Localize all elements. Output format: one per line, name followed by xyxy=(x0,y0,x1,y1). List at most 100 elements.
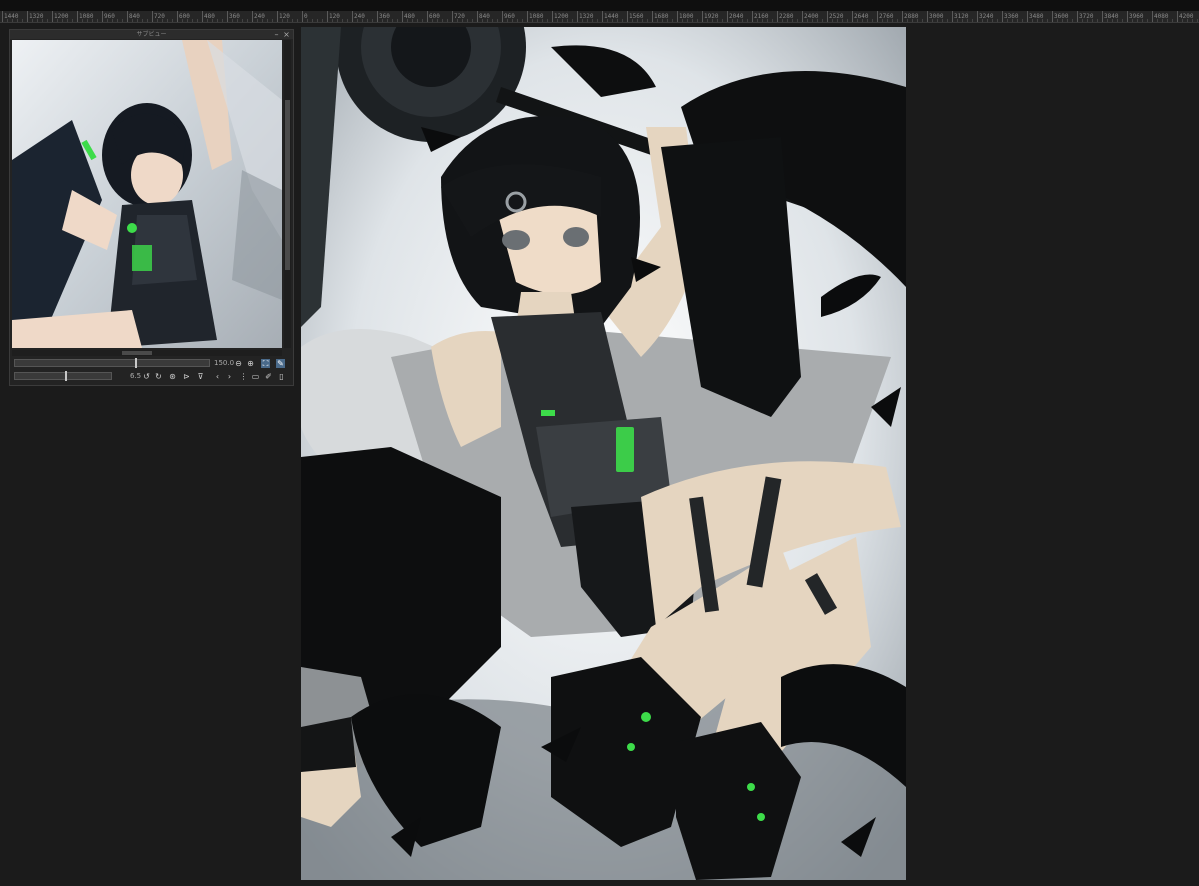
ruler-label: 960 xyxy=(504,13,515,20)
main-canvas[interactable] xyxy=(301,27,906,880)
ruler-minor-tick xyxy=(1137,19,1138,22)
close-icon[interactable]: × xyxy=(282,30,291,39)
flip-horizontal-icon[interactable]: ⊳ xyxy=(182,372,191,381)
ruler-label: 960 xyxy=(104,13,115,20)
ruler-minor-tick xyxy=(82,19,83,22)
ruler-minor-tick xyxy=(1107,19,1108,22)
ruler-minor-tick xyxy=(1017,19,1018,22)
ruler-minor-tick xyxy=(147,19,148,22)
chevron-right-icon[interactable]: › xyxy=(225,372,234,381)
ruler-minor-tick xyxy=(967,19,968,22)
ruler-minor-tick xyxy=(347,19,348,22)
ruler-tick xyxy=(252,11,253,22)
ruler-tick xyxy=(902,11,903,22)
ruler-tick xyxy=(827,11,828,22)
ruler-minor-tick xyxy=(757,19,758,22)
ruler-minor-tick xyxy=(737,19,738,22)
ruler-minor-tick xyxy=(837,19,838,22)
ruler-minor-tick xyxy=(782,19,783,22)
ruler-minor-tick xyxy=(667,19,668,22)
ruler-minor-tick xyxy=(217,19,218,22)
ruler-tick xyxy=(1177,11,1178,22)
rotation-slider[interactable] xyxy=(14,371,112,381)
chevron-left-icon[interactable]: ‹ xyxy=(213,372,222,381)
ruler-tick xyxy=(652,11,653,22)
ruler-minor-tick xyxy=(862,19,863,22)
ruler-label: 480 xyxy=(204,13,215,20)
ruler-label: 720 xyxy=(154,13,165,20)
eyedropper-icon[interactable]: ✎ xyxy=(276,359,285,368)
ruler-minor-tick xyxy=(1037,19,1038,22)
ruler-minor-tick xyxy=(767,19,768,22)
fit-window-icon[interactable]: ⛶ xyxy=(261,359,270,368)
minimize-icon[interactable]: – xyxy=(272,30,281,39)
ruler-minor-tick xyxy=(637,19,638,22)
ruler-tick xyxy=(1152,11,1153,22)
ruler-minor-tick xyxy=(982,19,983,22)
edit-icon[interactable]: ✐ xyxy=(264,372,273,381)
ruler-minor-tick xyxy=(707,19,708,22)
ruler-minor-tick xyxy=(382,19,383,22)
sub-view-image[interactable] xyxy=(12,40,282,348)
folder-open-icon[interactable]: ▭ xyxy=(251,372,260,381)
ruler-minor-tick xyxy=(242,19,243,22)
ruler-minor-tick xyxy=(897,19,898,22)
ruler-minor-tick xyxy=(472,19,473,22)
ruler-minor-tick xyxy=(812,19,813,22)
ruler-minor-tick xyxy=(512,19,513,22)
panel-titlebar[interactable]: サブビュー – × xyxy=(10,30,293,39)
ruler-minor-tick xyxy=(932,19,933,22)
ruler-tick xyxy=(527,11,528,22)
ruler-minor-tick xyxy=(407,19,408,22)
ruler-tick xyxy=(377,11,378,22)
ruler-minor-tick xyxy=(272,19,273,22)
ruler-tick xyxy=(102,11,103,22)
ruler-minor-tick xyxy=(162,19,163,22)
sub-view-vertical-scrollbar[interactable] xyxy=(284,40,291,348)
ruler-minor-tick xyxy=(1117,19,1118,22)
ruler-label: 480 xyxy=(404,13,415,20)
ruler-minor-tick xyxy=(57,19,58,22)
ruler-minor-tick xyxy=(422,19,423,22)
ruler-minor-tick xyxy=(742,19,743,22)
ruler-minor-tick xyxy=(1057,19,1058,22)
ruler-minor-tick xyxy=(1047,19,1048,22)
flip-vertical-icon[interactable]: ⊽ xyxy=(196,372,205,381)
ruler-minor-tick xyxy=(397,19,398,22)
ruler-minor-tick xyxy=(567,19,568,22)
ruler-minor-tick xyxy=(37,19,38,22)
ruler-minor-tick xyxy=(22,19,23,22)
ruler-tick xyxy=(677,11,678,22)
trash-icon[interactable]: ▯ xyxy=(277,372,286,381)
ruler-minor-tick xyxy=(387,19,388,22)
ruler-minor-tick xyxy=(642,19,643,22)
ruler-minor-tick xyxy=(1157,19,1158,22)
ruler-minor-tick xyxy=(92,19,93,22)
ruler-minor-tick xyxy=(122,19,123,22)
ruler-minor-tick xyxy=(462,19,463,22)
ruler-tick xyxy=(952,11,953,22)
rotate-right-icon[interactable]: ↻ xyxy=(154,372,163,381)
ruler-tick xyxy=(1002,11,1003,22)
zoom-slider[interactable] xyxy=(14,358,210,368)
ruler-minor-tick xyxy=(507,19,508,22)
ruler-minor-tick xyxy=(1182,19,1183,22)
ruler-minor-tick xyxy=(112,19,113,22)
ruler-tick xyxy=(402,11,403,22)
ruler-minor-tick xyxy=(1167,19,1168,22)
rotate-left-icon[interactable]: ↺ xyxy=(142,372,151,381)
ruler-minor-tick xyxy=(317,19,318,22)
reset-rotation-icon[interactable]: ⊛ xyxy=(168,372,177,381)
sub-view-horizontal-scrollbar[interactable] xyxy=(12,350,282,356)
ruler-minor-tick xyxy=(1082,19,1083,22)
ruler-minor-tick xyxy=(437,19,438,22)
zoom-in-icon[interactable]: ⊕ xyxy=(246,359,255,368)
ruler-tick xyxy=(977,11,978,22)
ruler-minor-tick xyxy=(537,19,538,22)
ruler-minor-tick xyxy=(487,19,488,22)
grid-icon[interactable]: ⋮ xyxy=(239,372,248,381)
ruler-minor-tick xyxy=(662,19,663,22)
ruler-minor-tick xyxy=(867,19,868,22)
ruler-minor-tick xyxy=(872,19,873,22)
zoom-out-icon[interactable]: ⊖ xyxy=(234,359,243,368)
